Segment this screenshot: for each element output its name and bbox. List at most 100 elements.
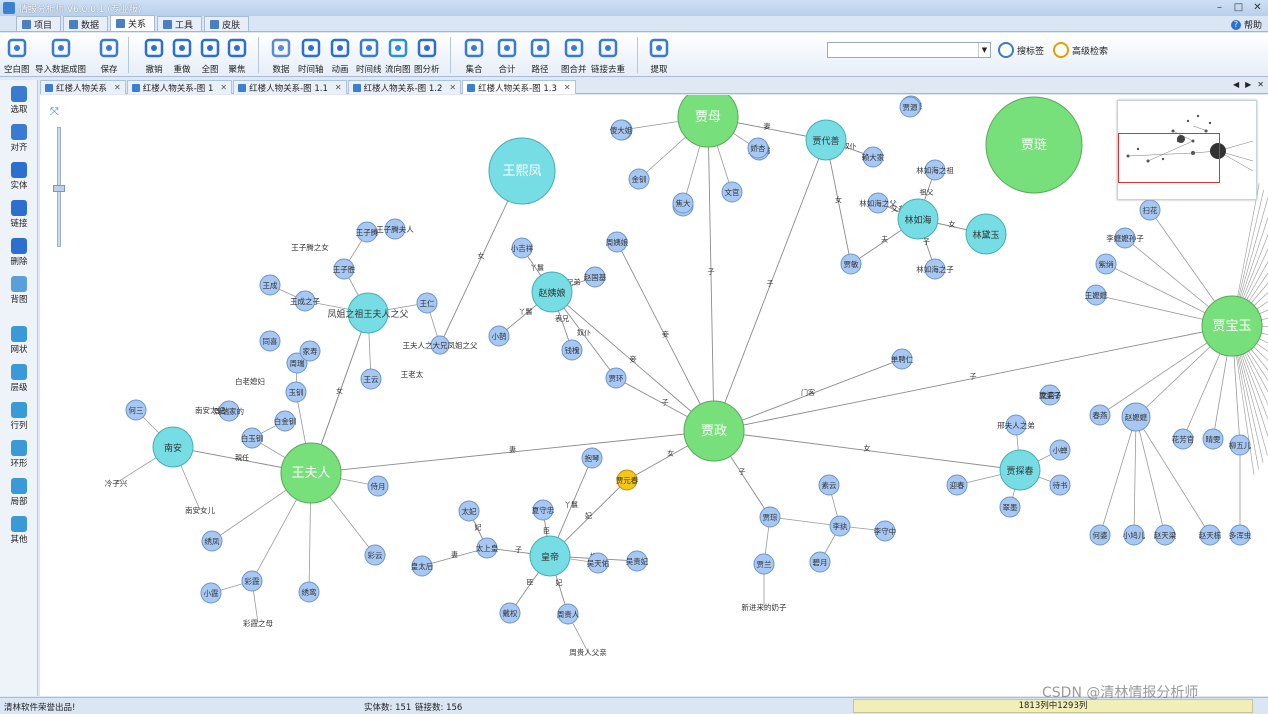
animation-icon — [329, 37, 351, 59]
focus-button[interactable]: 聚焦 — [226, 35, 248, 75]
entity-tool[interactable]: 实体 — [2, 160, 36, 196]
tab-project[interactable]: 项目 — [16, 16, 62, 31]
zoom-fit-icon[interactable]: ⤧ — [50, 105, 64, 118]
node-label: 贾母 — [695, 110, 721, 125]
node-label: 彩云 — [368, 550, 383, 560]
ribbon-label: 动画 — [331, 65, 349, 75]
node-label: 南安 — [164, 442, 182, 454]
doc-tab-5[interactable]: 红楼人物关系-图 1.3 ✕ — [462, 80, 576, 94]
import-data-button[interactable]: 导入数据成图 — [35, 35, 86, 75]
network-layout-tool[interactable]: 网状 — [2, 324, 36, 360]
close-icon[interactable]: ✕ — [114, 83, 121, 92]
tool-label: 层级 — [10, 383, 28, 393]
node-label: 绣凤 — [205, 536, 220, 546]
tab-close-icon[interactable]: ✕ — [1257, 80, 1264, 89]
status-message: 清林软件荣誉出品! — [4, 703, 76, 713]
time-line-button[interactable]: 时间线 — [356, 35, 382, 75]
doc-tab-1[interactable]: 红楼人物关系 ✕ — [40, 80, 126, 94]
path-button[interactable]: 路径 — [529, 35, 551, 75]
data-table-button[interactable]: 数据 — [270, 35, 292, 75]
hierarchy-layout-icon — [11, 364, 27, 380]
minimize-icon[interactable]: – — [1213, 1, 1226, 14]
help-label: 帮助 — [1243, 21, 1262, 31]
tab-skin[interactable]: 皮肤 — [204, 16, 250, 31]
doc-tab-2[interactable]: 红楼人物关系-图 1 ✕ — [126, 80, 233, 94]
node-label: 玉钏 — [289, 387, 304, 397]
node-label: 新进来的奶子 — [742, 602, 787, 612]
animation-button[interactable]: 动画 — [329, 35, 351, 75]
tab-relation[interactable]: 关系 — [110, 15, 156, 31]
tool-label: 背图 — [10, 295, 28, 305]
dedupe-icon — [597, 37, 619, 59]
background-image-tool[interactable]: 背图 — [2, 274, 36, 310]
node-label: 吴贵妃 — [626, 556, 649, 566]
chevron-down-icon[interactable]: ▼ — [978, 43, 990, 57]
graph-edge — [1099, 416, 1137, 536]
node-label: 单聘仁 — [891, 354, 914, 364]
sum-button[interactable]: 合计 — [496, 35, 518, 75]
circle-layout-tool[interactable]: 环形 — [2, 438, 36, 474]
other-layout-tool[interactable]: 其他 — [2, 514, 36, 550]
node-label: 赵姨娘 — [538, 287, 565, 299]
node-label: 周贵人父亲 — [569, 647, 607, 657]
extract-button[interactable]: 提取 — [648, 35, 670, 75]
advanced-search-button[interactable]: 高级检索 — [1053, 41, 1108, 59]
hierarchy-layout-tool[interactable]: 层级 — [2, 362, 36, 398]
node-label: 周姨娘 — [606, 237, 629, 247]
minimap[interactable] — [1117, 100, 1257, 200]
graph-canvas[interactable]: 妻妾妾子子子门客子女女子女親任女表兄兄弟丫鬟丫鬟奴仆妃子妃妃臣臣丫鬟妻妃妻奴仆女… — [40, 95, 1268, 696]
edge-label: 女 — [864, 444, 871, 453]
node-label: 碧月 — [813, 557, 828, 567]
project-icon — [22, 19, 31, 29]
undo-button[interactable]: 撤销 — [143, 35, 165, 75]
doc-tab-4[interactable]: 红楼人物关系-图 1.2 ✕ — [347, 80, 462, 94]
close-icon[interactable]: ✕ — [220, 83, 227, 92]
tab-data[interactable]: 数据 — [63, 16, 109, 31]
doc-tab-3[interactable]: 红楼人物关系-图 1.1 ✕ — [233, 80, 347, 94]
tool-label: 对齐 — [10, 143, 28, 153]
help-button[interactable]: ? 帮助 — [1230, 18, 1262, 31]
tab-prev-icon[interactable]: ◀ — [1233, 80, 1239, 89]
delete-tool[interactable]: 删除 — [2, 236, 36, 272]
relationship-graph[interactable]: 妻妾妾子子子门客子女女子女親任女表兄兄弟丫鬟丫鬟奴仆妃子妃妃臣臣丫鬟妻妃妻奴仆女… — [40, 95, 1268, 696]
save-icon — [98, 37, 120, 59]
network-layout-icon — [11, 326, 27, 342]
close-icon[interactable]: ✕ — [335, 83, 342, 92]
close-icon[interactable]: ✕ — [1251, 1, 1264, 14]
blank-graph-button[interactable]: 空白图 — [4, 35, 30, 75]
minimap-viewport[interactable] — [1118, 133, 1220, 183]
set-button[interactable]: 集合 — [463, 35, 485, 75]
tab-next-icon[interactable]: ▶ — [1245, 80, 1251, 89]
maximize-icon[interactable]: □ — [1232, 1, 1245, 14]
search-label-button[interactable]: 搜标签 — [998, 41, 1044, 59]
flow-button[interactable]: 流向图 — [385, 35, 411, 75]
select-tool[interactable]: 选取 — [2, 84, 36, 120]
merge-button[interactable]: 图合并 — [561, 35, 587, 75]
node-label: 迎春 — [950, 480, 965, 490]
close-icon[interactable]: ✕ — [564, 83, 571, 92]
align-tool[interactable]: 对齐 — [2, 122, 36, 158]
redo-button[interactable]: 重做 — [171, 35, 193, 75]
zoom-slider-thumb[interactable] — [53, 185, 65, 192]
link-tool[interactable]: 链接 — [2, 198, 36, 234]
save-button[interactable]: 保存 — [98, 35, 120, 75]
close-icon[interactable]: ✕ — [449, 83, 456, 92]
title-bar: 情报分析师 V6.0.0.1 (专业版) – □ ✕ — [0, 0, 1268, 16]
fit-all-button[interactable]: 全图 — [199, 35, 221, 75]
local-layout-tool[interactable]: 局部 — [2, 476, 36, 512]
timeline-clock-button[interactable]: 时间轴 — [298, 35, 324, 75]
grid-layout-tool[interactable]: 行列 — [2, 400, 36, 436]
tab-tools[interactable]: 工具 — [157, 16, 203, 31]
node-label: 南安太妃 — [195, 405, 225, 415]
graph-edge — [1135, 416, 1166, 536]
node-label: 素云 — [822, 480, 837, 490]
ribbon-label: 时间线 — [356, 65, 382, 75]
graph-analysis-button[interactable]: 图分析 — [414, 35, 440, 75]
help-icon: ? — [1230, 19, 1241, 30]
ribbon-label: 导入数据成图 — [35, 65, 87, 75]
node-label: 抱琴 — [585, 453, 600, 463]
ribbon-label: 聚焦 — [228, 65, 246, 75]
edge-label: 子 — [708, 268, 715, 276]
search-input[interactable]: ▼ — [827, 42, 991, 58]
dedupe-button[interactable]: 链接去重 — [591, 35, 625, 75]
